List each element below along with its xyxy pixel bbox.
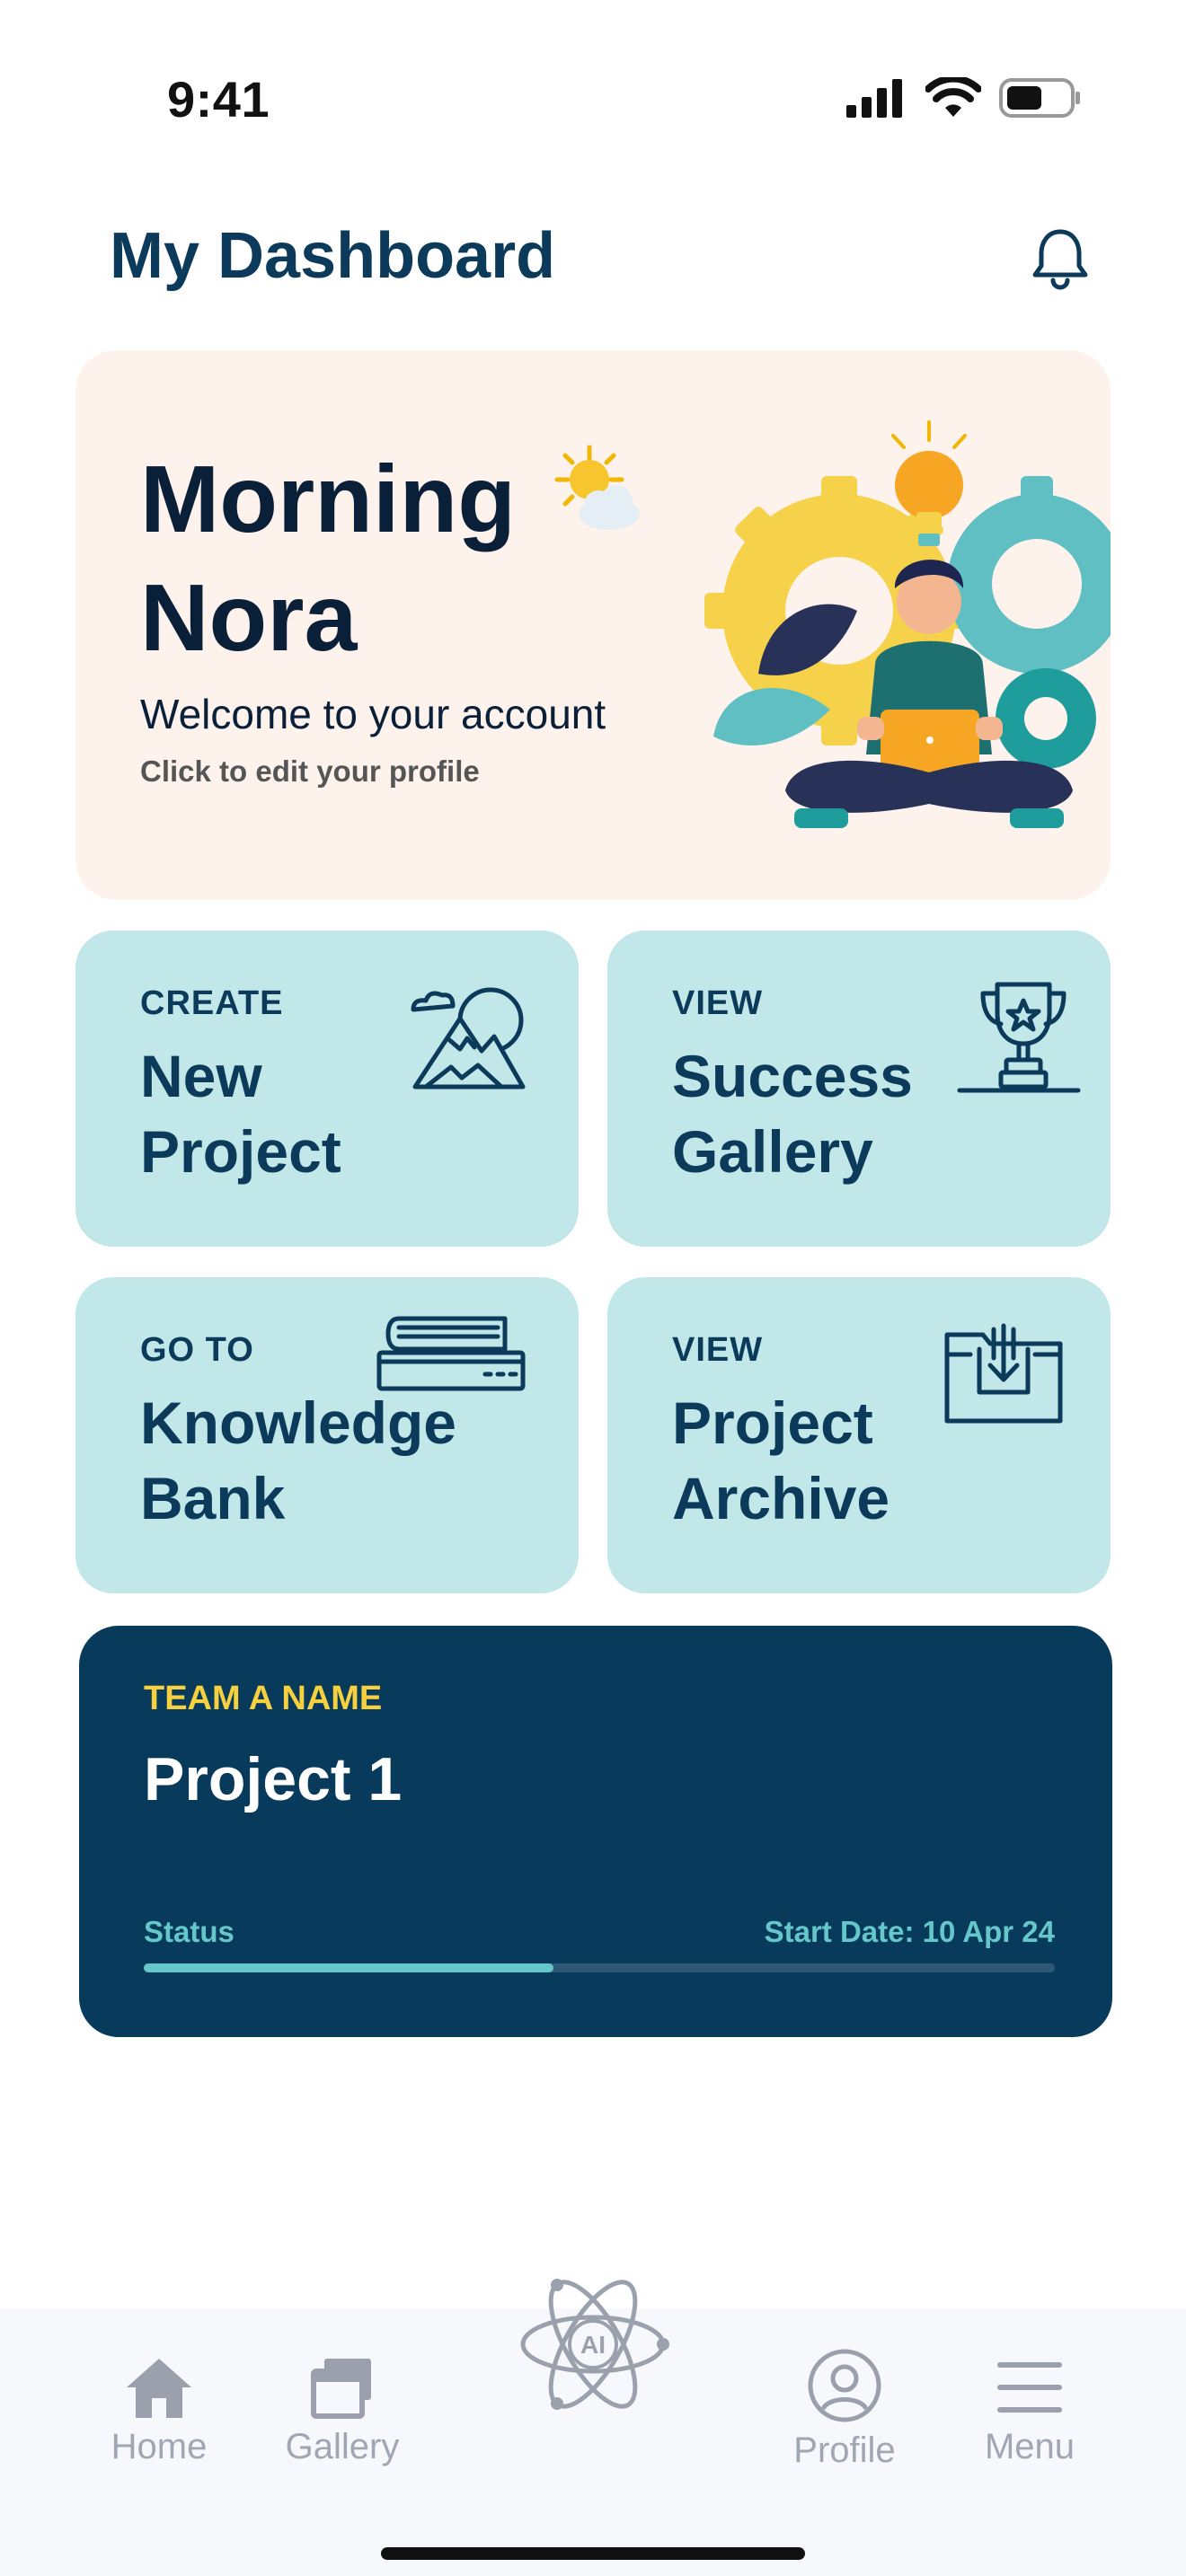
tile-kicker: VIEW bbox=[672, 1331, 764, 1369]
edit-profile-link[interactable]: Click to edit your profile bbox=[140, 754, 480, 789]
tile-project-archive[interactable]: VIEW Project Archive bbox=[607, 1277, 1111, 1593]
mountain-icon bbox=[411, 987, 526, 1090]
tab-gallery[interactable]: Gallery bbox=[252, 2308, 432, 2467]
ai-button-label: AI bbox=[580, 2331, 606, 2359]
home-indicator bbox=[381, 2547, 805, 2560]
books-icon bbox=[376, 1316, 526, 1391]
gallery-icon bbox=[311, 2359, 371, 2419]
tile-label: New Project bbox=[140, 1038, 341, 1189]
archive-folder-icon bbox=[944, 1323, 1063, 1424]
tile-label-line-1: Knowledge bbox=[140, 1389, 457, 1456]
page-title: My Dashboard bbox=[110, 220, 556, 292]
tab-profile[interactable]: Profile bbox=[755, 2308, 934, 2471]
trophy-icon bbox=[957, 982, 1081, 1093]
project-team-name: TEAM A NAME bbox=[144, 1680, 383, 1717]
project-card[interactable]: TEAM A NAME Project 1 Status Start Date:… bbox=[79, 1626, 1112, 2037]
tab-menu[interactable]: Menu bbox=[940, 2308, 1120, 2467]
person-laptop-illustration bbox=[704, 420, 1111, 828]
tile-label-line-2: Project bbox=[140, 1118, 341, 1185]
tile-label: Knowledge Bank bbox=[140, 1385, 456, 1536]
tile-kicker: CREATE bbox=[140, 984, 284, 1022]
battery-icon bbox=[999, 78, 1080, 118]
tile-label-line-2: Gallery bbox=[672, 1118, 873, 1185]
home-icon bbox=[127, 2359, 191, 2418]
signal-icon bbox=[846, 79, 902, 118]
tile-label-line-2: Archive bbox=[672, 1465, 890, 1531]
tile-success-gallery[interactable]: VIEW Success Gallery bbox=[607, 931, 1111, 1247]
sun-cloud-icon bbox=[554, 445, 640, 530]
project-start-date: Start Date: 10 Apr 24 bbox=[764, 1915, 1055, 1948]
project-status-label: Status bbox=[144, 1915, 235, 1948]
status-time: 9:41 bbox=[167, 71, 270, 128]
tile-label-line-2: Bank bbox=[140, 1465, 286, 1531]
menu-icon bbox=[997, 2362, 1062, 2413]
project-name: Project 1 bbox=[144, 1745, 403, 1813]
ai-assistant-button[interactable]: AI bbox=[512, 2263, 674, 2425]
tile-label-line-1: Project bbox=[672, 1389, 873, 1456]
progress-fill bbox=[144, 1963, 553, 1972]
tile-label-line-1: New bbox=[140, 1043, 262, 1109]
tile-kicker: GO TO bbox=[140, 1331, 254, 1369]
status-icons bbox=[845, 74, 1082, 122]
greeting-user-name: Nora bbox=[140, 565, 358, 671]
tab-label: Gallery bbox=[285, 2427, 400, 2466]
tile-new-project[interactable]: CREATE New Project bbox=[75, 931, 579, 1247]
tile-knowledge-bank[interactable]: GO TO Knowledge Bank bbox=[75, 1277, 579, 1593]
wifi-icon bbox=[925, 77, 981, 117]
tab-home[interactable]: Home bbox=[69, 2308, 249, 2467]
ai-atom-icon: AI bbox=[520, 2279, 669, 2410]
tile-kicker: VIEW bbox=[672, 984, 764, 1022]
tab-label: Home bbox=[111, 2427, 208, 2466]
tile-label: Project Archive bbox=[672, 1385, 890, 1536]
tile-label: Success Gallery bbox=[672, 1038, 913, 1189]
welcome-card[interactable]: Morning Nora Welcome to your account Cli… bbox=[75, 350, 1111, 900]
tab-label: Profile bbox=[793, 2430, 896, 2470]
tile-label-line-1: Success bbox=[672, 1043, 913, 1109]
welcome-subtitle: Welcome to your account bbox=[140, 691, 606, 737]
bell-icon[interactable] bbox=[1026, 225, 1094, 293]
greeting-line-1: Morning bbox=[140, 446, 516, 552]
greeting: Morning Nora bbox=[140, 440, 516, 677]
profile-icon bbox=[808, 2349, 881, 2422]
tab-label: Menu bbox=[984, 2427, 1075, 2466]
